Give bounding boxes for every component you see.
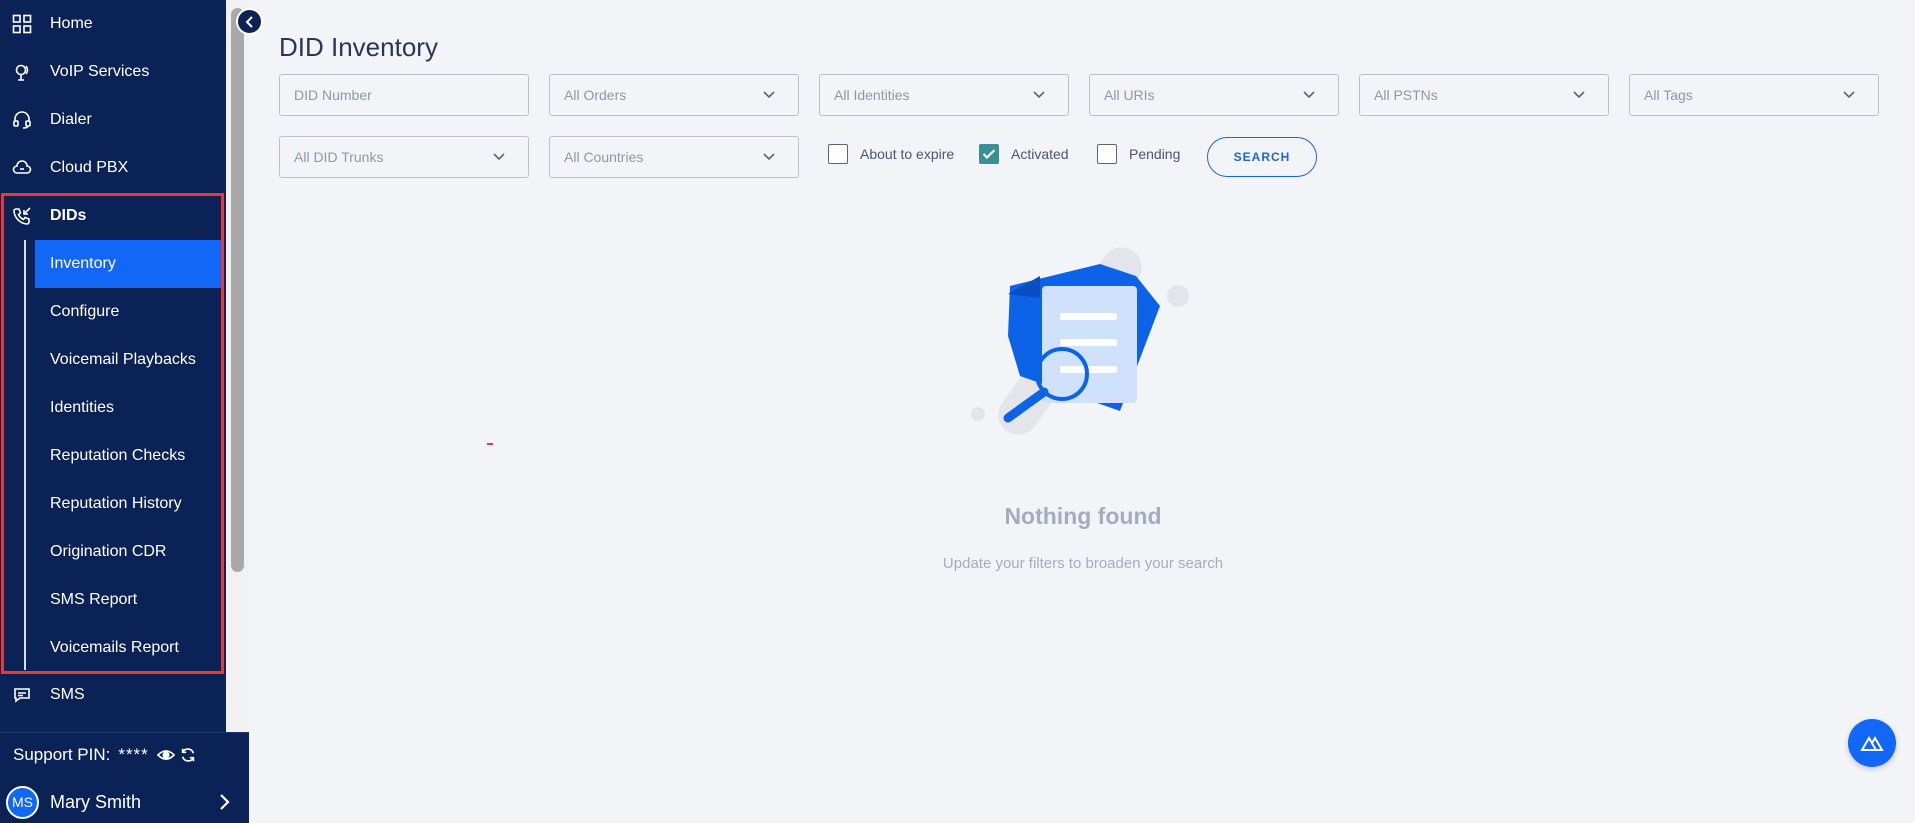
sidebar-nav: Home VoIP Services Dialer Cloud PBX DIDs…	[0, 0, 226, 732]
checkbox-box[interactable]	[1097, 144, 1117, 164]
support-pin-label: Support PIN:	[13, 745, 111, 764]
support-pin-value: ****	[118, 745, 149, 764]
search-button[interactable]: SEARCH	[1207, 137, 1317, 177]
sub-item-label: Configure	[50, 303, 120, 320]
mountain-logo-icon	[1860, 736, 1884, 751]
checkmark-icon	[982, 149, 996, 160]
sidebar-scrollbar-thumb[interactable]	[231, 8, 244, 572]
phone-incoming-icon	[13, 207, 31, 225]
sub-item-inventory[interactable]: Inventory	[35, 240, 223, 288]
voip-icon	[15, 64, 29, 81]
empty-state-subtitle: Update your filters to broaden your sear…	[942, 555, 1224, 572]
checkbox-box-checked[interactable]	[979, 144, 999, 164]
chevron-down-icon	[1843, 91, 1855, 99]
activated-label: Activated	[1011, 146, 1069, 162]
nav-item-sms[interactable]: SMS	[0, 671, 226, 719]
sub-item-label: Voicemails Report	[50, 639, 179, 656]
about-to-expire-label: About to expire	[860, 146, 955, 162]
activated-checkbox[interactable]: Activated	[979, 144, 1069, 164]
identities-select-value: All Identities	[834, 87, 910, 103]
sub-item-reputation-checks[interactable]: Reputation Checks	[35, 432, 223, 480]
sub-item-label: Identities	[50, 399, 115, 416]
chevron-down-icon	[763, 91, 775, 99]
nav-label-voip-services: VoIP Services	[50, 63, 150, 80]
chevron-down-icon	[1573, 91, 1585, 99]
tags-select-value: All Tags	[1644, 87, 1693, 103]
chevron-down-icon	[763, 153, 775, 161]
sub-item-label: Inventory	[50, 255, 116, 272]
did-number-field[interactable]	[294, 87, 514, 103]
pending-checkbox[interactable]: Pending	[1097, 144, 1180, 164]
sidebar-footer: Support PIN: **** MS Mary Smith	[0, 732, 249, 823]
chevron-down-icon	[1303, 91, 1315, 99]
about-to-expire-checkbox[interactable]: About to expire	[828, 144, 954, 164]
sub-item-label: SMS Report	[50, 591, 138, 608]
sms-icon	[14, 688, 30, 703]
sub-item-label: Voicemail Playbacks	[50, 351, 196, 368]
sub-item-origination-cdr[interactable]: Origination CDR	[35, 528, 223, 576]
refresh-icon[interactable]	[179, 746, 197, 764]
sub-item-label: Origination CDR	[50, 543, 167, 560]
sub-item-voicemail-playbacks[interactable]: Voicemail Playbacks	[35, 336, 223, 384]
countries-select-value: All Countries	[564, 149, 644, 165]
grid-icon	[12, 14, 32, 34]
nav-item-home[interactable]: Home	[0, 0, 226, 48]
identities-select[interactable]: All Identities	[819, 74, 1069, 116]
tags-select[interactable]: All Tags	[1629, 74, 1879, 116]
sidebar-collapse-button[interactable]	[236, 8, 263, 35]
sub-item-voicemails-report[interactable]: Voicemails Report	[35, 624, 223, 672]
user-name: Mary Smith	[50, 791, 142, 812]
page-title: DID Inventory	[279, 32, 438, 62]
countries-select[interactable]: All Countries	[549, 136, 799, 178]
support-pin: Support PIN: ****	[13, 745, 197, 765]
empty-state-title: Nothing found	[1004, 503, 1162, 529]
user-profile[interactable]: MS Mary Smith	[6, 785, 242, 819]
nav-item-voip-services[interactable]: VoIP Services	[0, 48, 226, 96]
sidebar: Home VoIP Services Dialer Cloud PBX DIDs…	[0, 0, 249, 823]
nav-label-cloud-pbx: Cloud PBX	[50, 159, 129, 176]
headset-icon	[13, 111, 31, 129]
sub-item-reputation-history[interactable]: Reputation History	[35, 480, 223, 528]
sub-item-label: Reputation Checks	[50, 447, 186, 464]
empty-search-illustration	[971, 247, 1189, 435]
nav-item-dids[interactable]: DIDs	[0, 192, 226, 240]
pstns-select[interactable]: All PSTNs	[1359, 74, 1609, 116]
chevron-down-icon	[1033, 91, 1045, 99]
orders-select[interactable]: All Orders	[549, 74, 799, 116]
chevron-right-icon[interactable]	[216, 793, 232, 811]
checkbox-box[interactable]	[828, 144, 848, 164]
uris-select[interactable]: All URIs	[1089, 74, 1339, 116]
sub-item-label: Reputation History	[50, 495, 182, 512]
nav-item-cloud-pbx[interactable]: Cloud PBX	[0, 144, 226, 192]
nav-item-dialer[interactable]: Dialer	[0, 96, 226, 144]
did-trunks-select[interactable]: All DID Trunks	[279, 136, 529, 178]
orders-select-value: All Orders	[564, 87, 627, 103]
eye-icon[interactable]	[156, 746, 175, 764]
pending-label: Pending	[1129, 146, 1181, 162]
did-trunks-select-value: All DID Trunks	[294, 149, 384, 165]
sub-item-configure[interactable]: Configure	[35, 288, 223, 336]
nav-label-dialer: Dialer	[50, 111, 92, 128]
cloud-phone-icon	[12, 160, 32, 174]
avatar: MS	[6, 785, 39, 819]
nav-label-sms: SMS	[50, 686, 85, 703]
red-marker	[487, 443, 493, 445]
chevron-left-icon	[245, 15, 253, 28]
sub-item-identities[interactable]: Identities	[35, 384, 223, 432]
help-widget-button[interactable]	[1848, 719, 1896, 767]
pstns-select-value: All PSTNs	[1374, 87, 1438, 103]
submenu-line	[24, 240, 26, 670]
chevron-down-icon	[493, 153, 505, 161]
did-number-input[interactable]	[279, 74, 529, 116]
uris-select-value: All URIs	[1104, 87, 1155, 103]
nav-label-home: Home	[50, 15, 93, 32]
sub-item-sms-report[interactable]: SMS Report	[35, 576, 223, 624]
nav-label-dids: DIDs	[50, 207, 87, 224]
